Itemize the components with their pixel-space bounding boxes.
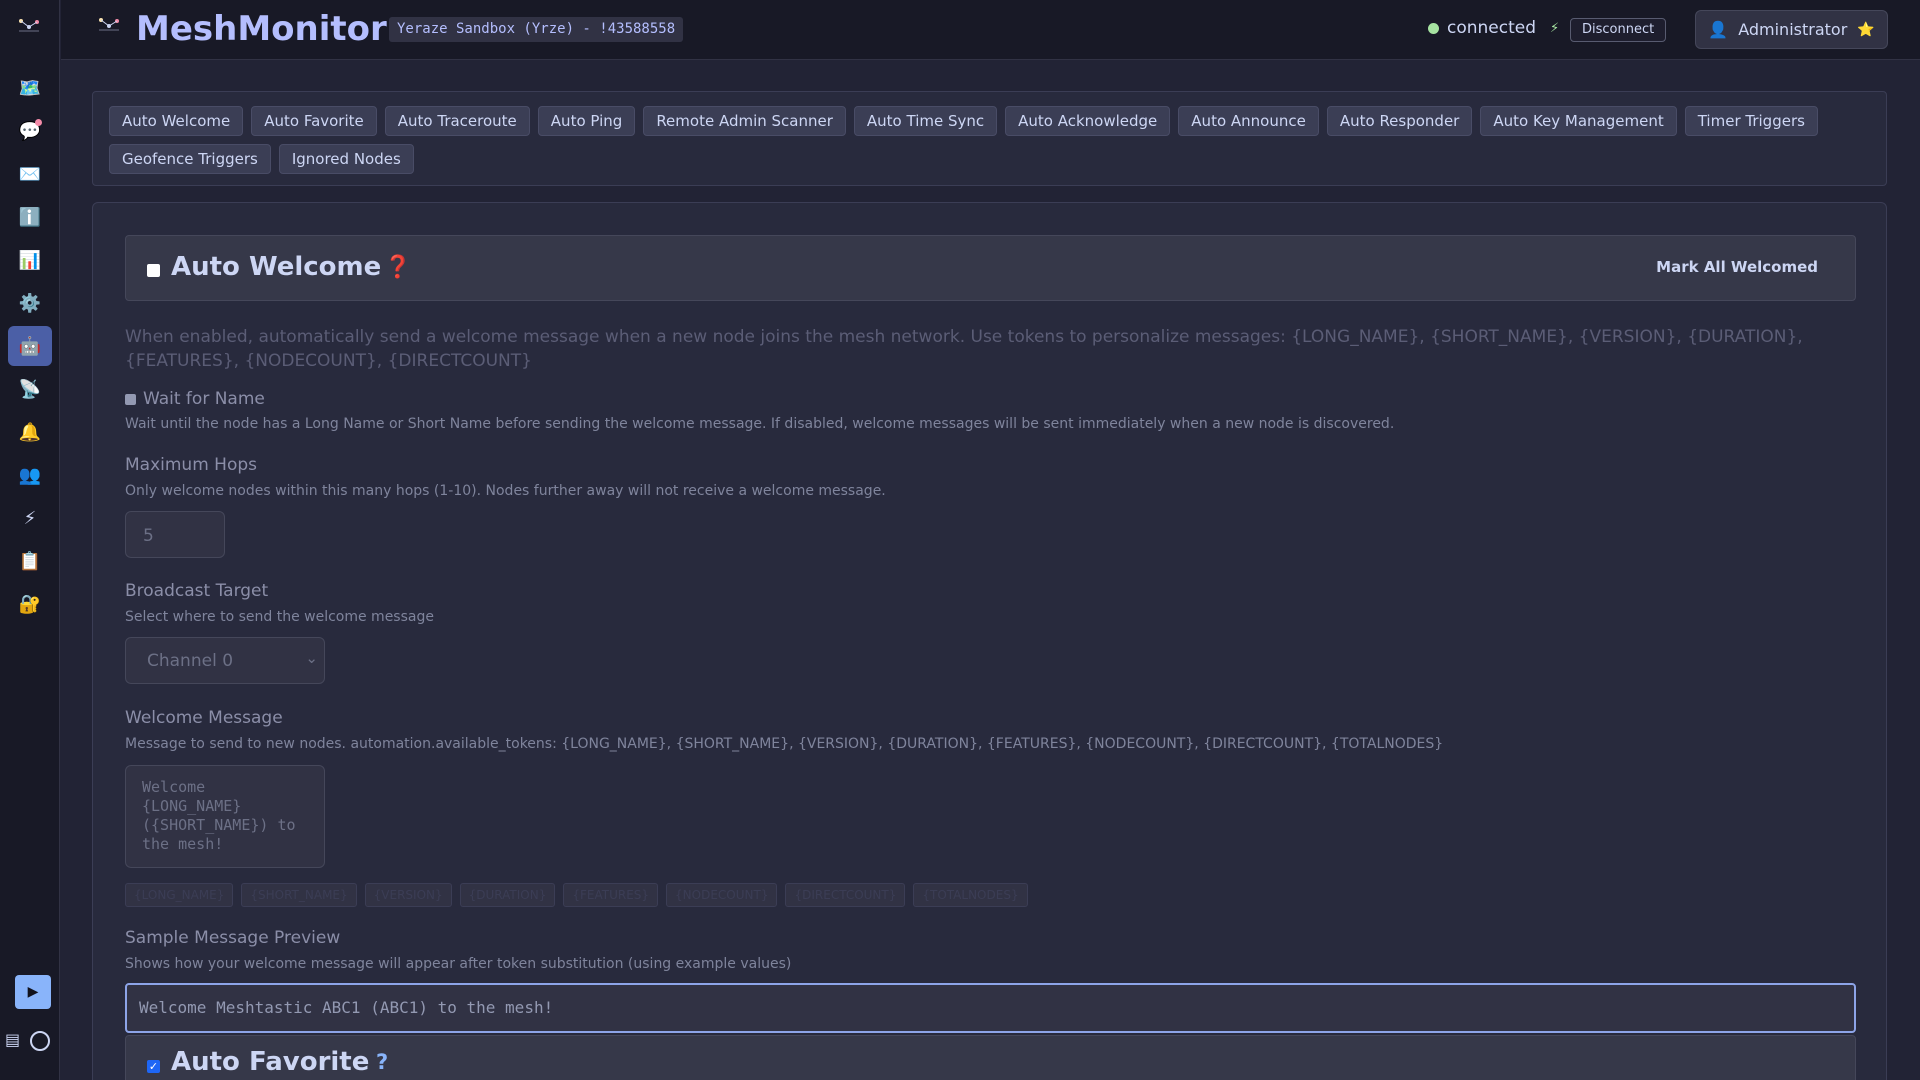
- sidebar-item-power[interactable]: ⚡: [8, 498, 52, 538]
- token-button[interactable]: {DIRECTCOUNT}: [785, 883, 906, 907]
- token-button[interactable]: {FEATURES}: [563, 883, 659, 907]
- node-badge: Yeraze Sandbox (Yrze) - !43588558: [389, 17, 684, 42]
- gear-icon: ⚙️: [18, 292, 42, 314]
- sidebar-item-chat[interactable]: 💬: [8, 111, 52, 151]
- clipboard-icon: 📋: [18, 550, 42, 572]
- enable-auto-welcome-checkbox[interactable]: [147, 264, 160, 277]
- tab-auto-announce[interactable]: Auto Announce: [1178, 106, 1319, 136]
- auto-favorite-section-header: ✓ Auto Favorite ?: [125, 1035, 1856, 1080]
- help-icon[interactable]: ❓: [384, 255, 411, 280]
- tab-timer-triggers[interactable]: Timer Triggers: [1684, 106, 1818, 136]
- map-icon: 🗺️: [18, 77, 42, 99]
- sidebar-item-automation[interactable]: 🤖: [8, 326, 52, 366]
- unread-badge: [35, 119, 42, 126]
- tab-auto-time-sync[interactable]: Auto Time Sync: [853, 106, 998, 136]
- mail-icon: ✉️: [18, 163, 42, 185]
- star-icon: ⭐: [1857, 21, 1875, 38]
- tab-geofence-triggers[interactable]: Geofence Triggers: [109, 144, 271, 174]
- broadcast-target-select[interactable]: Channel 0 ⌄: [125, 637, 325, 684]
- status-dot-icon: [1428, 22, 1439, 34]
- satellite-icon: 📡: [18, 378, 42, 400]
- token-button[interactable]: {SHORT_NAME}: [241, 883, 357, 907]
- sidebar-item-device[interactable]: 📡: [8, 369, 52, 409]
- play-icon: ▶: [27, 984, 39, 1000]
- tab-auto-responder[interactable]: Auto Responder: [1326, 106, 1473, 136]
- wait-for-name-checkbox[interactable]: [125, 394, 136, 405]
- token-button[interactable]: {LONG_NAME}: [125, 883, 234, 907]
- user-icon: 👤: [1708, 20, 1729, 39]
- token-button[interactable]: {TOTALNODES}: [913, 883, 1028, 907]
- preview-label: Sample Message Preview: [125, 928, 341, 948]
- wait-for-name-label: Wait for Name: [143, 389, 265, 409]
- users-icon: 👥: [18, 464, 42, 486]
- broadcast-target-hint: Select where to send the welcome message: [125, 609, 434, 625]
- wait-for-name-hint: Wait until the node has a Long Name or S…: [125, 416, 1395, 432]
- docs-icon[interactable]: ▤: [5, 1030, 20, 1050]
- bolt-icon: ⚡: [1550, 20, 1560, 36]
- section-title: Auto Welcome: [171, 252, 382, 282]
- sidebar-item-audit-log[interactable]: 📋: [8, 541, 52, 581]
- welcome-message-input[interactable]: Welcome {LONG_NAME} ({SHORT_NAME}) to th…: [125, 765, 325, 868]
- header: MeshMonitor Yeraze Sandbox (Yrze) - !435…: [61, 0, 1920, 60]
- mesh-logo-icon: [97, 16, 121, 37]
- preview-hint: Shows how your welcome message will appe…: [125, 956, 792, 972]
- play-button[interactable]: ▶: [15, 975, 51, 1009]
- tab-remote-admin-scanner[interactable]: Remote Admin Scanner: [643, 106, 846, 136]
- user-name: Administrator: [1738, 20, 1848, 39]
- disconnect-button[interactable]: Disconnect: [1570, 18, 1667, 42]
- bell-icon: 🔔: [18, 421, 42, 443]
- max-hops-hint: Only welcome nodes within this many hops…: [125, 483, 886, 499]
- tab-auto-traceroute[interactable]: Auto Traceroute: [384, 106, 530, 136]
- connection-status: connected ⚡: [1428, 18, 1559, 38]
- max-hops-label: Maximum Hops: [125, 455, 257, 475]
- chart-icon: 📊: [18, 249, 42, 271]
- token-button[interactable]: {NODECOUNT}: [666, 883, 778, 907]
- tab-auto-welcome[interactable]: Auto Welcome: [109, 106, 244, 136]
- sidebar-item-info[interactable]: ℹ️: [8, 197, 52, 237]
- sidebar-item-settings[interactable]: ⚙️: [8, 283, 52, 323]
- sidebar: 🗺️ 💬 ✉️ ℹ️ 📊 ⚙️ 🤖 📡 🔔 👥 ⚡ 📋 🔐 ▶ ▤: [0, 0, 60, 1080]
- section-description: When enabled, automatically send a welco…: [125, 327, 1803, 371]
- app-title: MeshMonitor: [136, 9, 387, 49]
- section-header: Auto Welcome ❓ Mark All Welcomed: [125, 235, 1856, 301]
- mesh-logo-icon: [17, 17, 41, 37]
- info-icon: ℹ️: [18, 206, 42, 228]
- bolt-icon: ⚡: [23, 507, 37, 529]
- broadcast-target-label: Broadcast Target: [125, 581, 269, 601]
- token-button[interactable]: {VERSION}: [364, 883, 452, 907]
- section-title: Auto Favorite: [171, 1047, 370, 1077]
- tab-auto-acknowledge[interactable]: Auto Acknowledge: [1005, 106, 1171, 136]
- status-text: connected: [1447, 18, 1537, 38]
- robot-icon: 🤖: [18, 335, 42, 357]
- automation-tabs: Auto Welcome Auto Favorite Auto Tracerou…: [92, 91, 1887, 186]
- token-buttons: {LONG_NAME} {SHORT_NAME} {VERSION} {DURA…: [125, 883, 1028, 907]
- chevron-down-icon: ⌄: [305, 649, 318, 667]
- welcome-message-hint: Message to send to new nodes. automation…: [125, 736, 1444, 752]
- sidebar-item-map[interactable]: 🗺️: [8, 68, 52, 108]
- enable-auto-favorite-checkbox[interactable]: ✓: [147, 1060, 160, 1073]
- sidebar-item-messages[interactable]: ✉️: [8, 154, 52, 194]
- sidebar-item-dashboard[interactable]: 📊: [8, 240, 52, 280]
- lock-icon: 🔐: [18, 593, 42, 615]
- sidebar-item-notifications[interactable]: 🔔: [8, 412, 52, 452]
- sidebar-item-users[interactable]: 👥: [8, 455, 52, 495]
- tab-auto-favorite[interactable]: Auto Favorite: [251, 106, 377, 136]
- github-icon[interactable]: [30, 1031, 51, 1051]
- tab-auto-key-management[interactable]: Auto Key Management: [1480, 106, 1677, 136]
- token-button[interactable]: {DURATION}: [459, 883, 556, 907]
- mark-all-welcomed-button[interactable]: Mark All Welcomed: [1656, 258, 1818, 276]
- welcome-message-label: Welcome Message: [125, 708, 283, 728]
- message-preview-field: Welcome Meshtastic ABC1 (ABC1) to the me…: [125, 983, 1856, 1033]
- tab-ignored-nodes[interactable]: Ignored Nodes: [278, 144, 414, 174]
- sidebar-item-security[interactable]: 🔐: [8, 584, 52, 624]
- broadcast-target-value: Channel 0: [147, 651, 234, 671]
- tab-auto-ping[interactable]: Auto Ping: [537, 106, 636, 136]
- auto-welcome-panel: Auto Welcome ❓ Mark All Welcomed When en…: [92, 202, 1887, 1080]
- user-menu-button[interactable]: 👤 Administrator ⭐: [1695, 10, 1888, 49]
- max-hops-input[interactable]: 5: [125, 511, 225, 558]
- help-icon[interactable]: ?: [376, 1050, 388, 1074]
